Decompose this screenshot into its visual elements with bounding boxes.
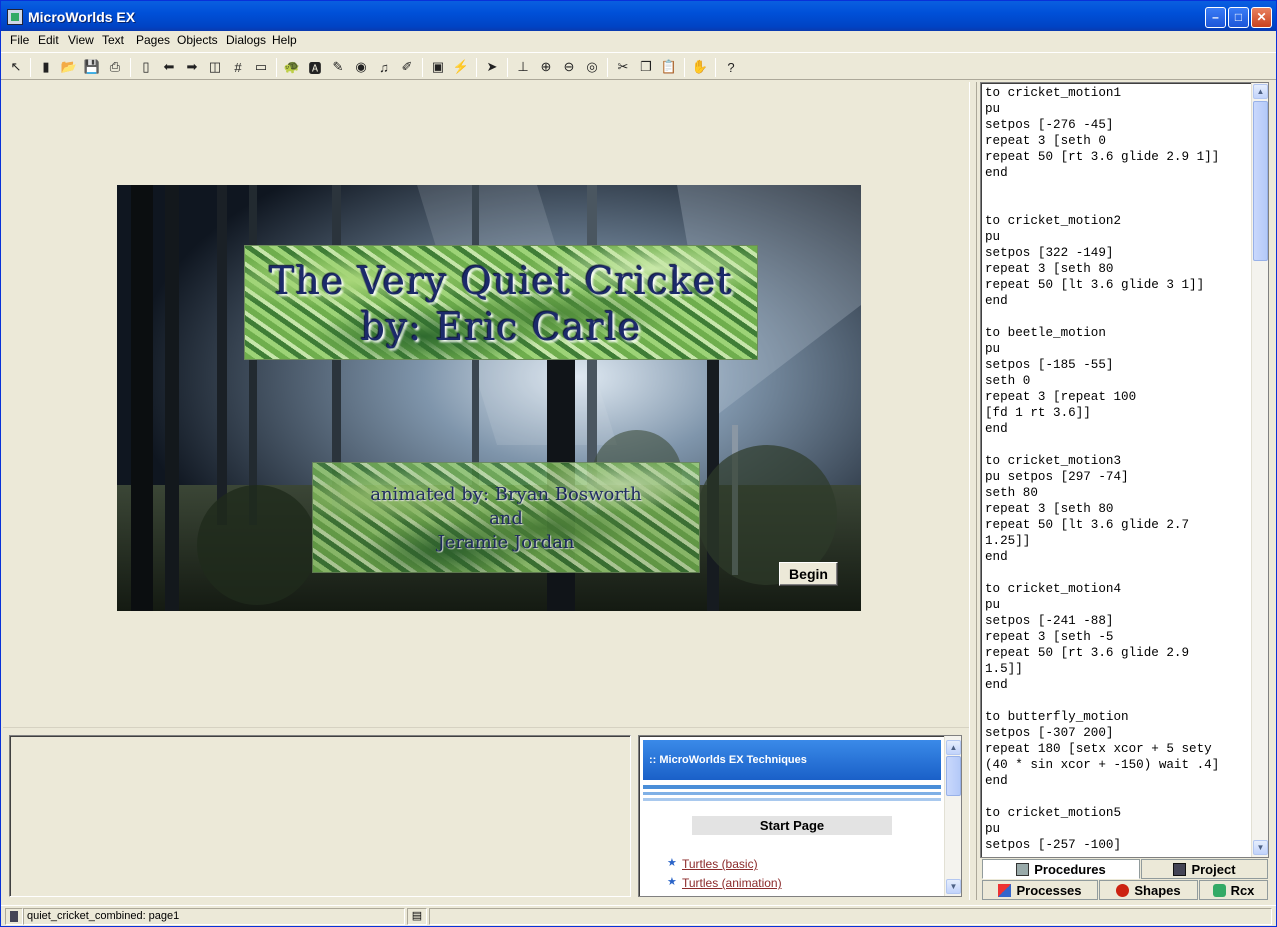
- draw-icon[interactable]: ✐: [397, 57, 417, 77]
- text-box-icon[interactable]: 🅰: [305, 57, 325, 77]
- help-link-turtles-animation[interactable]: Turtles (animation): [682, 876, 782, 890]
- app-icon: [7, 9, 23, 25]
- title-scene[interactable]: The Very Quiet Cricket by: Eric Carle an…: [117, 185, 861, 611]
- scroll-thumb[interactable]: [1253, 101, 1268, 261]
- header-stripe: [643, 785, 941, 789]
- stop-icon[interactable]: ✋: [690, 57, 710, 77]
- menu-text[interactable]: Text: [102, 33, 124, 47]
- music-icon[interactable]: ♫: [374, 57, 394, 77]
- new-turtle-icon[interactable]: 🐢: [282, 57, 302, 77]
- menu-pages[interactable]: Pages: [136, 33, 170, 47]
- save-icon[interactable]: 💾: [82, 57, 102, 77]
- story-title: The Very Quiet Cricket: [269, 259, 733, 303]
- lightning-icon[interactable]: ⚡: [451, 57, 471, 77]
- menu-objects[interactable]: Objects: [177, 33, 218, 47]
- video-icon[interactable]: ◉: [351, 57, 371, 77]
- window-title: MicroWorlds EX: [28, 9, 136, 25]
- status-page-name: quiet_cricket_combined: page1: [23, 908, 405, 925]
- menu-file[interactable]: File: [10, 33, 29, 47]
- credit-line-1: animated by: Bryan Bosworth: [370, 484, 642, 505]
- credits-banner[interactable]: animated by: Bryan Bosworth and Jeramie …: [312, 462, 700, 573]
- project-icon[interactable]: ▮: [36, 57, 56, 77]
- star-icon: ★: [667, 876, 677, 888]
- scroll-up-icon[interactable]: ▲: [1253, 84, 1268, 99]
- tab-rcx[interactable]: Rcx: [1199, 880, 1268, 900]
- arrow-icon[interactable]: ➤: [482, 57, 502, 77]
- horizontal-splitter[interactable]: [3, 727, 969, 733]
- zoom-in-icon[interactable]: ⊕: [536, 57, 556, 77]
- stamp-icon[interactable]: ⊥: [513, 57, 533, 77]
- scroll-up-icon[interactable]: ▲: [946, 740, 961, 755]
- credit-line-2: and: [489, 508, 523, 529]
- help-scrollbar[interactable]: ▲ ▼: [944, 736, 961, 896]
- next-page-icon[interactable]: ➡: [182, 57, 202, 77]
- credit-line-3: Jeramie Jordan: [437, 532, 575, 553]
- bug-icon: [1116, 883, 1130, 897]
- print-icon[interactable]: ⎙: [105, 57, 125, 77]
- close-button[interactable]: ✕: [1251, 7, 1272, 28]
- pointer-icon[interactable]: ↖: [6, 57, 26, 77]
- clipboard-icon[interactable]: ▣: [428, 57, 448, 77]
- status-project-icon: [5, 908, 23, 925]
- menu-dialogs[interactable]: Dialogs: [226, 33, 266, 47]
- processes-tab-icon: [998, 883, 1012, 897]
- title-bar[interactable]: MicroWorlds EX – □ ✕: [1, 1, 1276, 31]
- title-banner[interactable]: The Very Quiet Cricket by: Eric Carle: [244, 245, 758, 360]
- status-message: [429, 908, 1272, 925]
- begin-button[interactable]: Begin: [779, 562, 838, 586]
- status-message-icon[interactable]: ▤: [407, 908, 427, 925]
- open-icon[interactable]: 📂: [59, 57, 79, 77]
- help-icon[interactable]: ?: [721, 57, 741, 77]
- toolbar: ↖ ▮ 📂 💾 ⎙ ▯ ⬅ ➡ ◫ # ▭ 🐢 🅰 ✎ ◉ ♫ ✐ ▣ ⚡ ➤ …: [1, 52, 1276, 80]
- start-page-heading: Start Page: [692, 816, 892, 835]
- tab-project[interactable]: Project: [1141, 859, 1268, 879]
- new-page-icon[interactable]: ▯: [136, 57, 156, 77]
- minimize-button[interactable]: –: [1205, 7, 1226, 28]
- cut-icon[interactable]: ✂: [613, 57, 633, 77]
- robot-icon: [1212, 883, 1226, 897]
- prev-page-icon[interactable]: ⬅: [159, 57, 179, 77]
- project-tab-icon: [1173, 862, 1187, 876]
- tab-shapes[interactable]: Shapes: [1099, 880, 1198, 900]
- command-center[interactable]: [9, 735, 631, 897]
- eye-icon[interactable]: ◎: [582, 57, 602, 77]
- help-link-turtles-basic[interactable]: Turtles (basic): [682, 857, 758, 871]
- procedures-tab-icon: [1016, 862, 1030, 876]
- menu-help[interactable]: Help: [272, 33, 297, 47]
- page-layout-icon[interactable]: ◫: [205, 57, 225, 77]
- zoom-out-icon[interactable]: ⊖: [559, 57, 579, 77]
- paint-icon[interactable]: ✎: [328, 57, 348, 77]
- scroll-thumb[interactable]: [946, 756, 961, 796]
- help-panel: :: MicroWorlds EX Techniques Start Page …: [638, 735, 962, 897]
- paste-icon[interactable]: 📋: [659, 57, 679, 77]
- menu-edit[interactable]: Edit: [38, 33, 59, 47]
- star-icon: ★: [667, 857, 677, 869]
- box-icon[interactable]: ▭: [251, 57, 271, 77]
- status-bar: quiet_cricket_combined: page1 ▤: [1, 905, 1276, 926]
- tab-procedures[interactable]: Procedures: [982, 859, 1140, 879]
- vertical-splitter[interactable]: [969, 82, 977, 900]
- scroll-down-icon[interactable]: ▼: [946, 879, 961, 894]
- scroll-down-icon[interactable]: ▼: [1253, 840, 1268, 855]
- menu-view[interactable]: View: [68, 33, 94, 47]
- maximize-button[interactable]: □: [1228, 7, 1249, 28]
- copy-icon[interactable]: ❐: [636, 57, 656, 77]
- tab-processes[interactable]: Processes: [982, 880, 1098, 900]
- menu-bar: File Edit View Text Pages Objects Dialog…: [1, 31, 1276, 51]
- procedures-pane[interactable]: to cricket_motion1 pu setpos [-276 -45] …: [980, 82, 1269, 858]
- app-window: MicroWorlds EX – □ ✕ File Edit View Text…: [0, 0, 1277, 927]
- procedures-scrollbar[interactable]: ▲ ▼: [1251, 83, 1268, 857]
- story-author: by: Eric Carle: [360, 305, 642, 349]
- grid-icon[interactable]: #: [228, 57, 248, 77]
- procedures-text[interactable]: to cricket_motion1 pu setpos [-276 -45] …: [985, 85, 1251, 853]
- help-header: :: MicroWorlds EX Techniques: [643, 740, 941, 780]
